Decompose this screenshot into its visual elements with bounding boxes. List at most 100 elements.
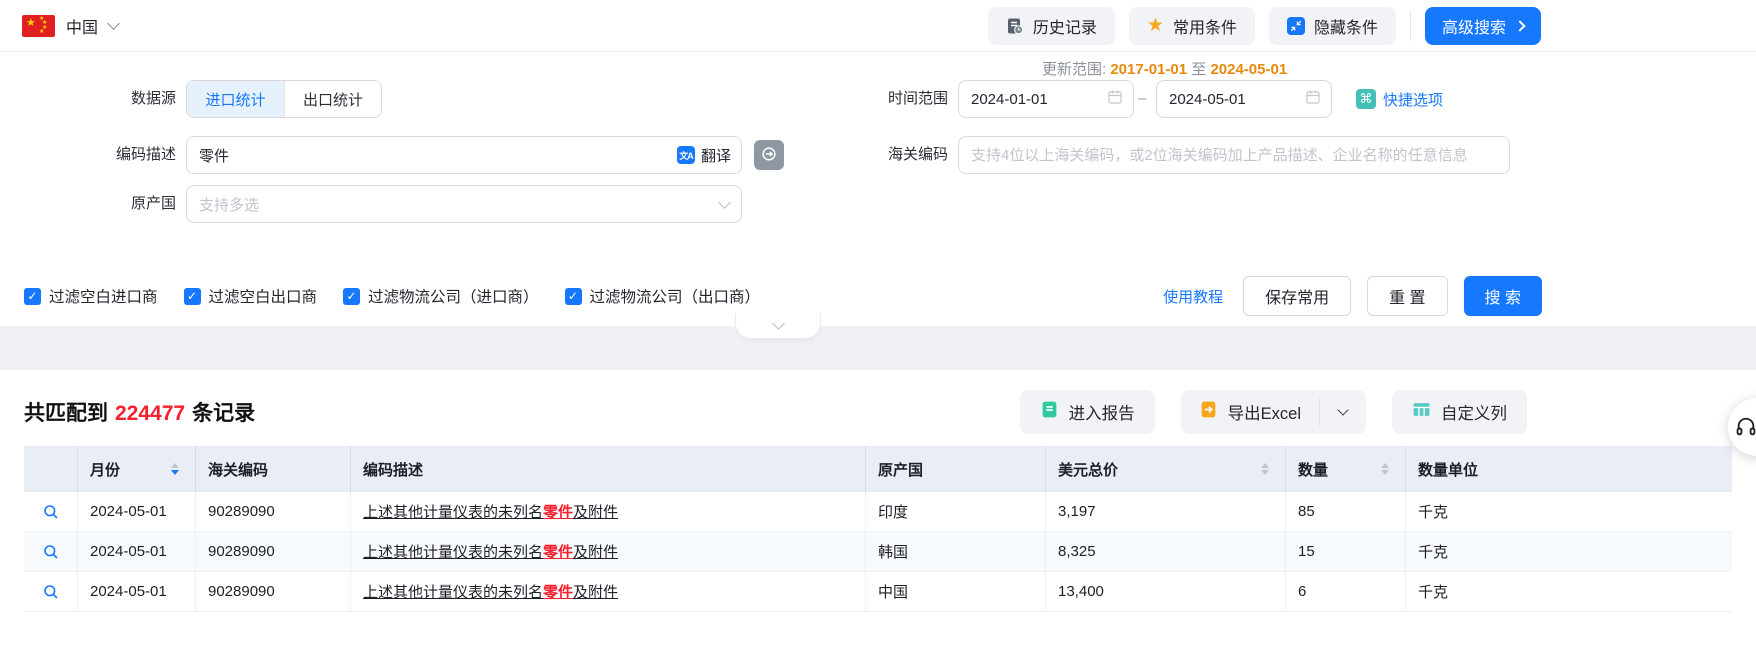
sort-control-month[interactable] <box>171 463 183 475</box>
origin-placeholder: 支持多选 <box>199 196 260 214</box>
row-detail-button[interactable] <box>24 492 78 531</box>
cell-hs-code: 90289090 <box>196 572 351 611</box>
translate-icon: 文A <box>676 146 695 164</box>
code-desc-label: 编码描述 <box>115 146 176 163</box>
cell-origin: 印度 <box>866 492 1046 531</box>
panel-separator <box>0 326 1756 370</box>
cell-quantity: 85 <box>1286 492 1406 531</box>
origin-select[interactable]: 支持多选 <box>186 185 742 223</box>
china-flag-icon: ★ ★ ★ ★ ★ <box>22 14 55 37</box>
table-row: 2024-05-01 90289090 上述其他计量仪表的未列名 零件 及附件 印度… <box>24 492 1732 532</box>
search-button[interactable]: 搜 索 <box>1463 276 1542 316</box>
caret-down-icon <box>171 470 179 475</box>
cell-code-desc[interactable]: 上述其他计量仪表的未列名 零件 及附件 <box>351 572 866 611</box>
filter-blank-importer[interactable]: ✓ 过滤空白进口商 <box>24 285 158 307</box>
cell-month: 2024-05-01 <box>78 532 196 571</box>
reset-button[interactable]: 重 置 <box>1367 276 1448 316</box>
caret-up-icon <box>1381 463 1389 468</box>
table-row: 2024-05-01 90289090 上述其他计量仪表的未列名 零件 及附件 中国… <box>24 572 1732 612</box>
caret-up-icon <box>1261 463 1269 468</box>
row-detail-button[interactable] <box>24 532 78 571</box>
enter-report-button[interactable]: 进入报告 <box>1019 390 1155 434</box>
column-unit: 数量单位 <box>1418 461 1479 479</box>
cell-unit: 千克 <box>1418 544 1449 561</box>
cell-quantity: 15 <box>1286 532 1406 571</box>
advanced-search-button[interactable]: 高级搜索 <box>1424 6 1541 45</box>
column-quantity[interactable]: 数量 <box>1286 446 1406 492</box>
calendar-icon <box>1305 89 1321 110</box>
table-row: 2024-05-01 90289090 上述其他计量仪表的未列名 零件 及附件 韩国… <box>24 532 1732 572</box>
favorites-button[interactable]: ★ 常用条件 <box>1128 6 1255 45</box>
history-button[interactable]: 历史记录 <box>987 6 1115 45</box>
summary-suffix: 条记录 <box>192 402 256 425</box>
column-row-action <box>24 446 78 492</box>
checkbox-checked-icon[interactable]: ✓ <box>24 287 41 305</box>
date-end-input[interactable]: 2024-05-01 <box>1156 80 1332 118</box>
headset-icon <box>1736 417 1756 436</box>
filter-blank-exporter[interactable]: ✓ 过滤空白出口商 <box>183 285 317 307</box>
export-excel-button[interactable]: 导出Excel <box>1181 390 1319 434</box>
checkbox-checked-icon[interactable]: ✓ <box>343 287 361 305</box>
cell-usd-total: 13,400 <box>1046 572 1286 611</box>
data-source-tabs: 进口统计 出口统计 <box>186 80 382 118</box>
hide-conditions-button[interactable]: 隐藏条件 <box>1268 6 1396 45</box>
search-mode-toggle-button[interactable] <box>754 140 784 170</box>
enter-report-label: 进入报告 <box>1068 405 1135 423</box>
sort-control-quantity[interactable] <box>1381 463 1393 475</box>
hs-code-label: 海关编码 <box>887 146 948 163</box>
save-favorite-button[interactable]: 保存常用 <box>1243 276 1352 316</box>
table-header-row: 月份 海关编码 编码描述 原产国 美元总价 数量 数量单位 <box>24 446 1732 492</box>
collapse-panel-tab[interactable] <box>735 313 821 339</box>
cell-code-desc[interactable]: 上述其他计量仪表的未列名 零件 及附件 <box>351 532 866 571</box>
caret-down-icon <box>1261 470 1269 475</box>
custom-columns-label: 自定义列 <box>1441 405 1507 423</box>
checkbox-checked-icon[interactable]: ✓ <box>183 287 201 305</box>
results-panel: 共匹配到 224477 条记录 进入报告 导出Excel 自定义列 月份 海关编… <box>0 370 1756 658</box>
cell-code-desc[interactable]: 上述其他计量仪表的未列名 零件 及附件 <box>351 492 866 531</box>
country-name: 中国 <box>66 19 99 37</box>
custom-columns-button[interactable]: 自定义列 <box>1392 390 1527 434</box>
checkbox-checked-icon[interactable]: ✓ <box>564 287 582 305</box>
magnifier-icon <box>43 584 58 599</box>
country-selector[interactable]: ★ ★ ★ ★ ★ 中国 <box>22 14 120 38</box>
hs-code-input[interactable] <box>959 137 1509 173</box>
caret-down-icon <box>1381 470 1389 475</box>
magnifier-arrow-icon <box>760 145 778 166</box>
cell-origin: 韩国 <box>866 532 1046 571</box>
tab-import-stats[interactable]: 进口统计 <box>187 81 284 117</box>
tutorial-link[interactable]: 使用教程 <box>1163 286 1223 307</box>
history-label: 历史记录 <box>1032 19 1097 37</box>
history-icon <box>1006 17 1024 35</box>
row-detail-button[interactable] <box>24 572 78 611</box>
code-desc-field: 文A 翻译 <box>186 136 742 174</box>
export-dropdown-button[interactable] <box>1320 390 1366 434</box>
code-desc-input[interactable] <box>187 137 741 173</box>
quick-options-link[interactable]: ⌘ 快捷选项 <box>1356 80 1443 118</box>
export-excel-label: 导出Excel <box>1227 405 1301 423</box>
update-range: 更新范围: 2017-01-01 至 2024-05-01 <box>1042 58 1287 79</box>
cell-hs-code: 90289090 <box>196 532 351 571</box>
cell-hs-code: 90289090 <box>196 492 351 531</box>
translate-button[interactable]: 文A 翻译 <box>676 137 731 173</box>
topbar: ★ ★ ★ ★ ★ 中国 历史记录 ★ 常用条件 隐藏条件 高级搜索 <box>0 0 1756 52</box>
command-icon: ⌘ <box>1356 89 1376 109</box>
update-range-to: 至 <box>1191 61 1207 78</box>
origin-label: 原产国 <box>130 195 176 212</box>
filter-logistics-importer[interactable]: ✓ 过滤物流公司（进口商） <box>343 285 539 307</box>
filter-logistics-exporter[interactable]: ✓ 过滤物流公司（出口商） <box>564 285 760 307</box>
column-month[interactable]: 月份 <box>78 446 196 492</box>
excel-export-icon <box>1199 400 1218 424</box>
cell-unit: 千克 <box>1418 584 1449 601</box>
date-start-input[interactable]: 2024-01-01 <box>958 80 1134 118</box>
hs-code-field <box>958 136 1510 174</box>
cell-usd-total: 3,197 <box>1046 492 1286 531</box>
star-icon: ★ <box>1146 15 1164 36</box>
chevron-down-icon <box>718 195 731 209</box>
match-count: 224477 <box>115 402 186 425</box>
date-end-value: 2024-05-01 <box>1169 90 1246 108</box>
topbar-actions: 历史记录 ★ 常用条件 隐藏条件 高级搜索 <box>987 6 1541 45</box>
sort-control-usd[interactable] <box>1261 463 1273 475</box>
favorites-label: 常用条件 <box>1172 19 1237 37</box>
tab-export-stats[interactable]: 出口统计 <box>284 81 381 117</box>
column-usd-total[interactable]: 美元总价 <box>1046 446 1286 492</box>
